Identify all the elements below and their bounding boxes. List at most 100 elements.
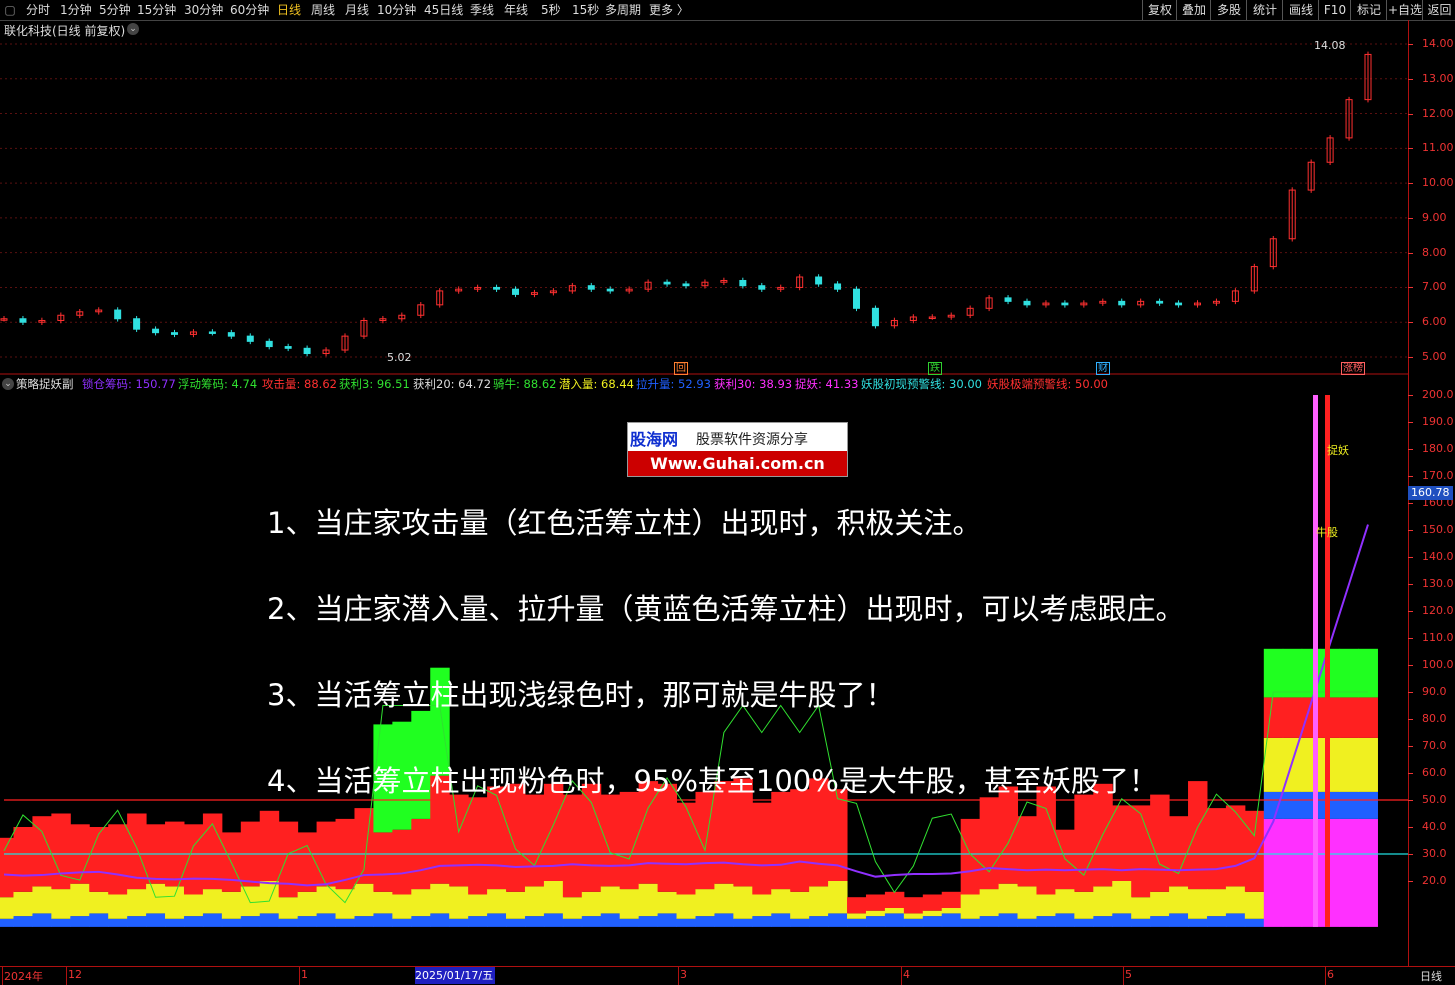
lasheng-bar [202, 913, 223, 927]
indicator-value: 潜入量: 68.44 [559, 377, 634, 391]
gongji-bar [259, 810, 280, 881]
qianru-bar [828, 881, 848, 914]
lasheng-bar [524, 916, 545, 927]
qianru-bar [524, 886, 545, 917]
qianru-bar [1169, 886, 1189, 914]
niugu-annotation: 牛股 [1316, 526, 1338, 539]
axis-tick [1408, 449, 1413, 450]
qianru-bar [941, 908, 962, 914]
lasheng-bar [487, 913, 507, 927]
lasheng-bar [1131, 918, 1151, 927]
gongji-bar [1131, 805, 1151, 898]
indicator-axis-label: 30.0 [1422, 847, 1447, 860]
indicator-axis-label: 140.0 [1422, 550, 1454, 563]
indicator-name[interactable]: 策略捉妖副 [16, 375, 74, 393]
lasheng-bar [108, 918, 128, 927]
lasheng-bar [1320, 791, 1341, 819]
indicator-value: 妖股初现预警线: 30.00 [861, 377, 982, 391]
gongji-bar [1225, 805, 1246, 887]
lasheng-bar [1150, 916, 1170, 927]
qianru-bar [0, 897, 14, 919]
indicator-value: 捉妖: 41.33 [795, 377, 859, 391]
candle-body [493, 286, 501, 290]
event-marker[interactable]: 涨榜 [1341, 362, 1365, 375]
zhuoyao-bar [1358, 818, 1378, 927]
gongji-bar [1320, 697, 1341, 738]
indicator-value: 拉升量: 52.93 [636, 377, 711, 391]
gongji-bar [1150, 794, 1170, 892]
lasheng-bar [1055, 913, 1075, 927]
lasheng-bar [506, 918, 526, 927]
candle-body [171, 332, 178, 335]
gongji-bar [847, 897, 867, 914]
lasheng-bar [1112, 913, 1132, 927]
indicator-axis-label: 110.0 [1422, 631, 1454, 644]
axis-tick [1408, 800, 1413, 801]
lasheng-bar [127, 916, 147, 927]
gongji-bar [468, 797, 488, 895]
qianru-bar [202, 889, 223, 914]
overlay-line-1: 1、当庄家攻击量（红色活筹立柱）出现时，积极关注。 [267, 506, 982, 540]
axis-tick [1408, 530, 1413, 531]
qianru-bar [373, 891, 393, 914]
lasheng-bar [941, 913, 962, 927]
lasheng-bar [695, 916, 715, 927]
qianru-bar [979, 889, 1000, 917]
qianru-bar [1358, 737, 1378, 792]
qianru-bar [1320, 737, 1341, 792]
qianru-bar [676, 894, 696, 919]
event-marker[interactable]: 财 [1096, 362, 1110, 375]
event-marker[interactable]: 回 [674, 362, 688, 375]
gongji-bar [1206, 808, 1227, 890]
indicator-value: 浮动筹码: 4.74 [178, 377, 258, 391]
date-tick [2, 967, 3, 985]
current-value-badge: 160.78 [1408, 486, 1453, 500]
lasheng-bar [1225, 913, 1246, 927]
lasheng-bar [884, 913, 905, 927]
lasheng-bar [316, 913, 337, 927]
overlay-line-4: 4、当活筹立柱出现粉色时，95%甚至100%是大牛股，甚至妖股了！ [267, 764, 1158, 798]
lasheng-bar [259, 913, 280, 927]
candle-body [246, 335, 254, 342]
qianru-bar [1036, 894, 1056, 917]
lasheng-bar [278, 918, 299, 927]
candle-body [758, 285, 766, 290]
date-tick [901, 967, 902, 985]
date-tick [299, 967, 300, 985]
date-label: 5 [1125, 968, 1132, 981]
lasheng-bar [771, 913, 791, 927]
indicator-value: 锁仓筹码: 150.77 [82, 377, 176, 391]
date-cursor-label: 2025/01/17/五 [415, 967, 495, 984]
qianru-bar [51, 889, 71, 919]
lasheng-bar [449, 918, 469, 927]
gongji-bar [297, 832, 318, 892]
qianru-bar [865, 910, 886, 917]
axis-tick [1408, 584, 1413, 585]
event-marker[interactable]: 跌 [928, 362, 942, 375]
gongji-bar [1244, 810, 1265, 892]
timeframe-label: 日线 [1420, 970, 1442, 983]
qianru-bar [543, 881, 564, 914]
candle-body [1023, 300, 1031, 306]
qianru-bar [733, 886, 753, 919]
lasheng-bar [89, 913, 109, 927]
gongji-bar [108, 824, 128, 895]
axis-tick [1408, 476, 1413, 477]
qianru-bar [1150, 891, 1170, 917]
indicator-axis-label: 50.0 [1422, 793, 1447, 806]
overlay-line-3: 3、当活筹立柱出现浅绿色时，那可就是牛股了！ [267, 678, 895, 712]
candle-body [853, 288, 860, 309]
qianru-bar [411, 889, 431, 917]
indicator-axis: 200.0 190.0 180.0 170.0 160.0 150.0 140.0 130.0… [1408, 0, 1455, 966]
niugu-bar [1263, 648, 1284, 698]
gongji-bar [960, 818, 981, 895]
date-axis: 2024年 12 1 3 4 5 6 [0, 966, 1455, 985]
gongji-bar [752, 802, 772, 895]
zhuoyao-annotation: 捉妖 [1327, 444, 1349, 457]
qianru-bar [752, 894, 772, 917]
axis-tick [1408, 503, 1413, 504]
lasheng-bar [1358, 791, 1378, 819]
lasheng-bar [752, 916, 772, 927]
qianru-bar [13, 891, 33, 917]
qianru-bar [714, 883, 734, 914]
